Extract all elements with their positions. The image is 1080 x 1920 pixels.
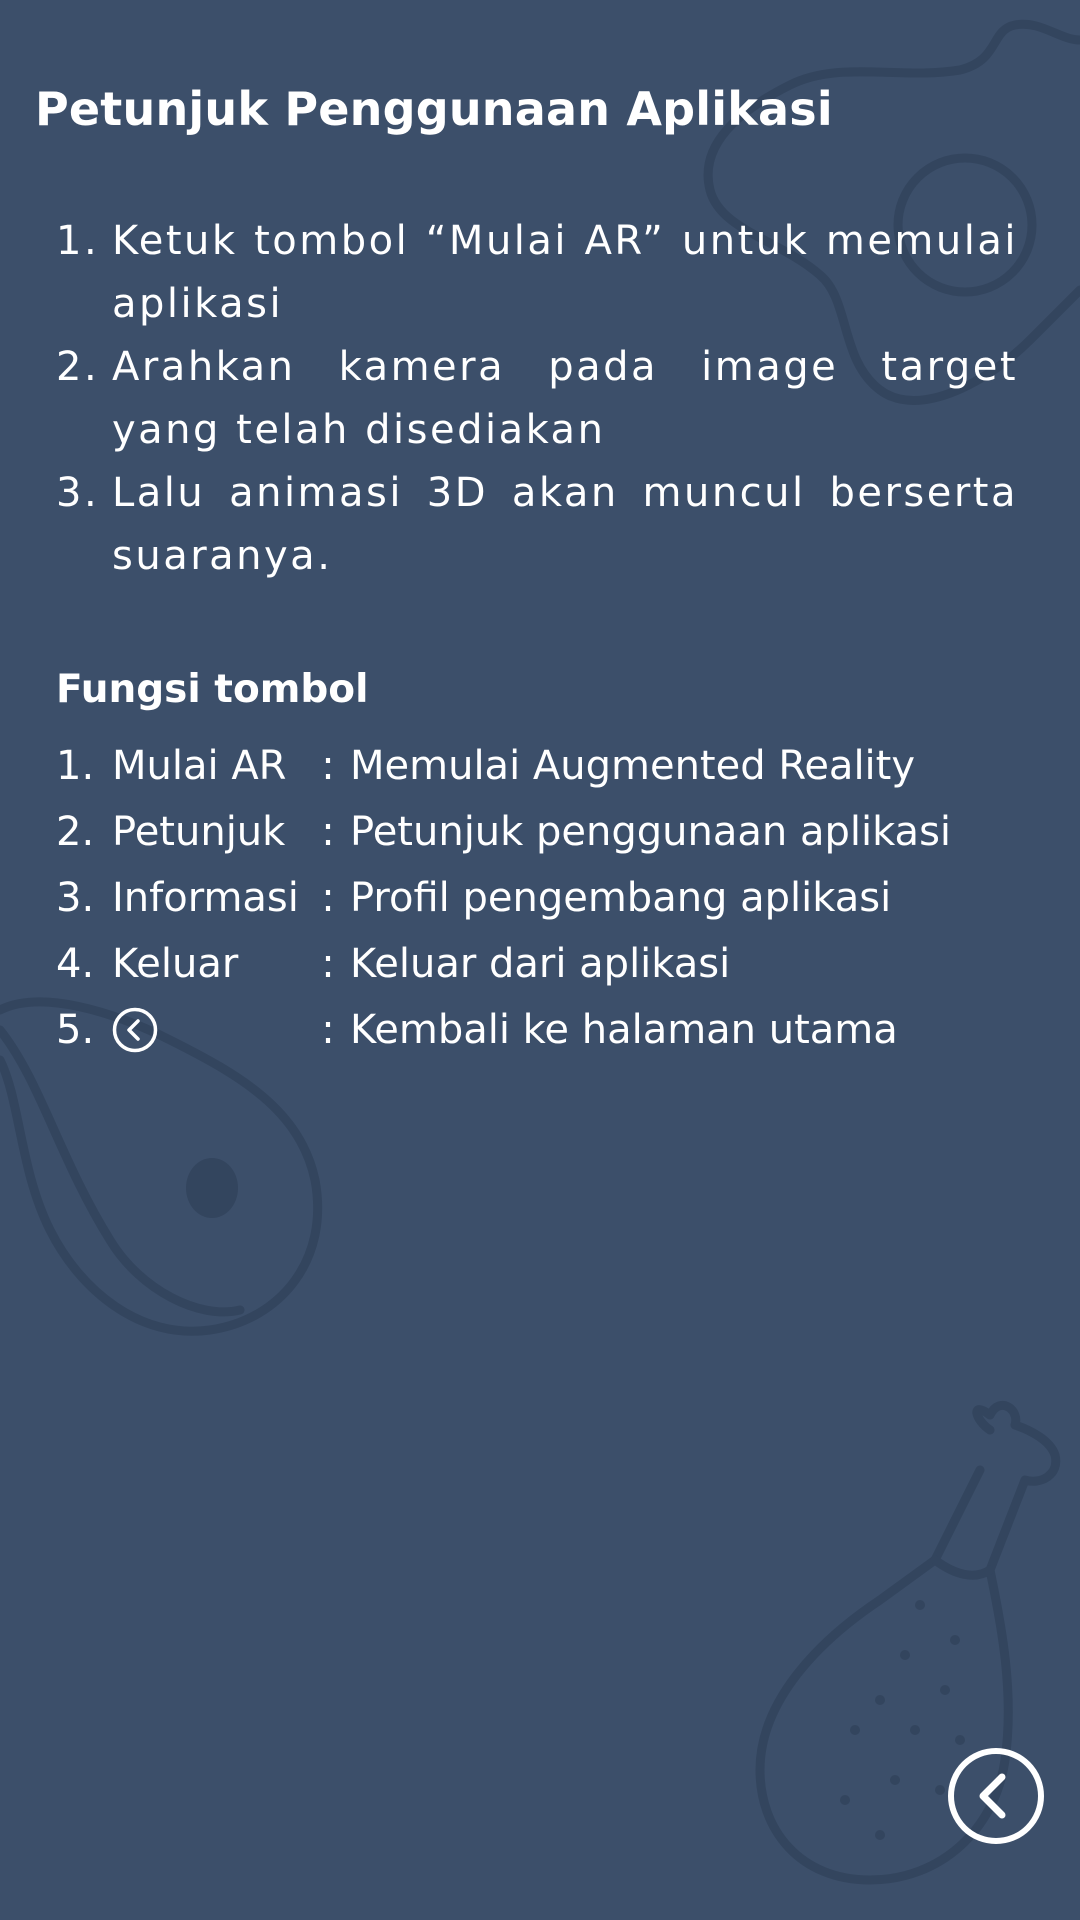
button-functions-title: Fungsi tombol (56, 667, 369, 712)
step-number: 1. (56, 218, 100, 264)
function-number: 5. (56, 1007, 95, 1053)
step-number: 2. (56, 344, 100, 390)
back-circle-icon (112, 1007, 158, 1053)
function-row-informasi: 3. Informasi : Profil pengembang aplikas… (56, 865, 1026, 931)
function-row-mulai-ar: 1. Mulai AR : Memulai Augmented Reality (56, 733, 1026, 799)
function-separator: : (321, 743, 335, 789)
function-description: Kembali ke halaman utama (350, 1007, 898, 1053)
function-name: Mulai AR (112, 743, 287, 789)
function-number: 3. (56, 875, 95, 921)
page-title: Petunjuk Penggunaan Aplikasi (35, 82, 833, 136)
function-name: Petunjuk (112, 809, 286, 855)
step-item: 3. Lalu animasi 3D akan muncul berserta … (56, 462, 1018, 588)
back-button[interactable] (946, 1746, 1046, 1846)
function-row-back: 5. : Kembali ke halaman utama (56, 997, 1026, 1063)
function-description: Petunjuk penggunaan aplikasi (350, 809, 952, 855)
function-name: Keluar (112, 941, 239, 987)
function-row-keluar: 4. Keluar : Keluar dari aplikasi (56, 931, 1026, 997)
step-text: Arahkan kamera pada image target yang te… (112, 344, 1018, 453)
function-name: Informasi (112, 875, 299, 921)
back-circle-icon (948, 1748, 1044, 1844)
function-description: Keluar dari aplikasi (350, 941, 731, 987)
step-item: 2. Arahkan kamera pada image target yang… (56, 336, 1018, 462)
function-name (112, 1007, 312, 1053)
function-separator: : (321, 941, 335, 987)
function-separator: : (321, 875, 335, 921)
step-text: Ketuk tombol “Mulai AR” untuk memulai ap… (112, 218, 1018, 327)
function-number: 4. (56, 941, 95, 987)
function-number: 1. (56, 743, 95, 789)
step-number: 3. (56, 470, 100, 516)
function-row-petunjuk: 2. Petunjuk : Petunjuk penggunaan aplika… (56, 799, 1026, 865)
function-number: 2. (56, 809, 95, 855)
function-description: Memulai Augmented Reality (350, 743, 916, 789)
function-description: Profil pengembang aplikasi (350, 875, 892, 921)
step-text: Lalu animasi 3D akan muncul berserta sua… (112, 470, 1018, 579)
function-separator: : (321, 809, 335, 855)
drumstick-spot (186, 1158, 238, 1218)
button-functions-list: 1. Mulai AR : Memulai Augmented Reality … (56, 733, 1026, 1063)
function-separator: : (321, 1007, 335, 1053)
usage-steps-list: 1. Ketuk tombol “Mulai AR” untuk memulai… (56, 210, 1018, 588)
step-item: 1. Ketuk tombol “Mulai AR” untuk memulai… (56, 210, 1018, 336)
